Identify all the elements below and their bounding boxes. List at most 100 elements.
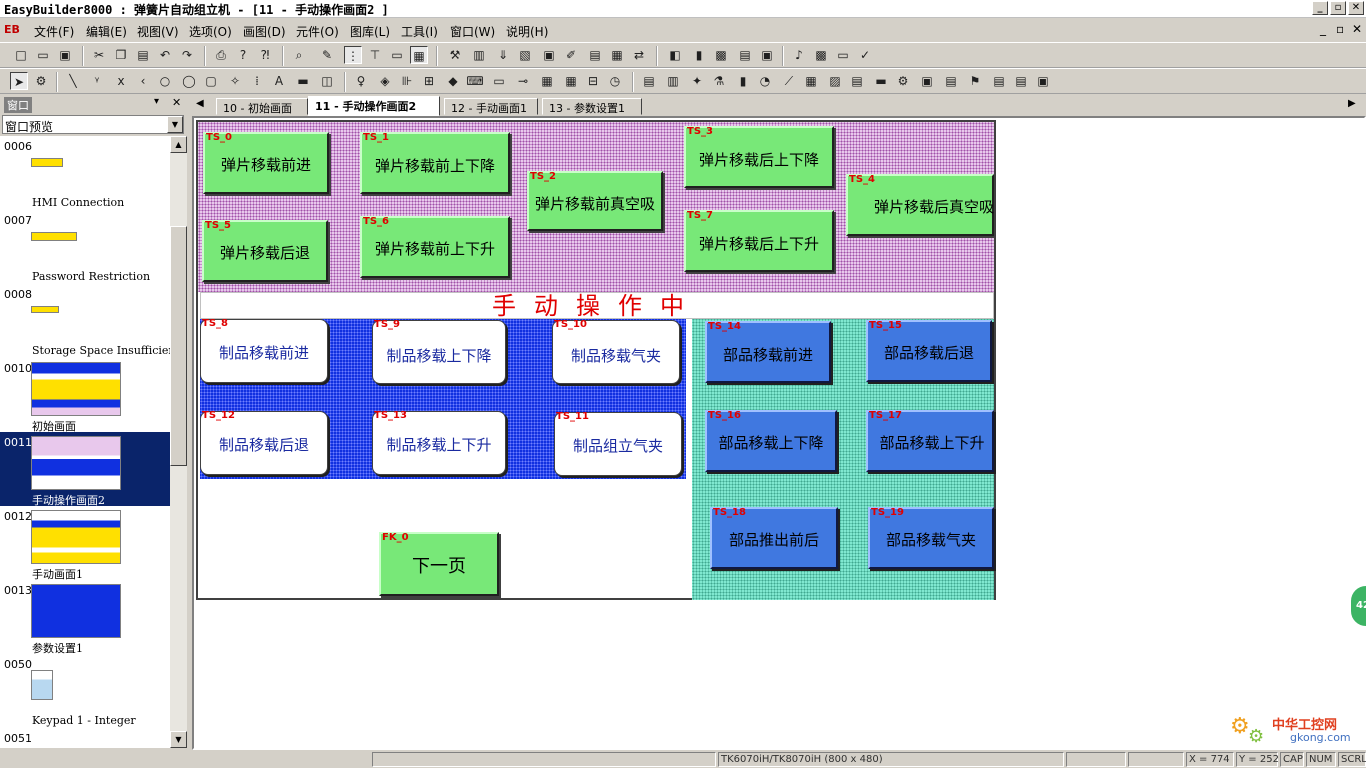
recipe-icon[interactable]: ⚙ bbox=[894, 72, 912, 90]
print-icon[interactable]: ⎙ bbox=[212, 46, 230, 64]
tab-window-12[interactable]: 12 - 手动画面1 bbox=[444, 98, 538, 115]
sound-library-icon[interactable]: ♪ bbox=[790, 46, 808, 64]
button-ts4[interactable]: TS_4 弹片移载后真空吸 bbox=[846, 174, 994, 236]
backup-icon[interactable]: ▤ bbox=[1012, 72, 1030, 90]
doc-restore-button[interactable]: ▫ bbox=[1336, 22, 1344, 36]
bar-graph-icon[interactable]: ▮ bbox=[734, 72, 752, 90]
doc-close-button[interactable]: ✕ bbox=[1352, 22, 1362, 36]
button-ts14[interactable]: TS_14 部品移载前进 bbox=[705, 321, 831, 383]
menu-help[interactable]: 说明(H) bbox=[506, 23, 548, 40]
chevron-down-icon[interactable]: ▼ bbox=[167, 116, 183, 133]
ascii-icon[interactable]: ⊟ bbox=[584, 72, 602, 90]
pie-icon[interactable]: ▤ bbox=[942, 72, 960, 90]
panel-scrollbar[interactable]: ▲ ▼ bbox=[170, 136, 187, 748]
menu-objects[interactable]: 元件(O) bbox=[296, 23, 339, 40]
online-sim-icon[interactable]: ✐ bbox=[562, 46, 580, 64]
meter-icon[interactable]: ◔ bbox=[756, 72, 774, 90]
button-ts17[interactable]: TS_17 部品移载上下升 bbox=[866, 410, 994, 472]
tab-window-10[interactable]: 10 - 初始画面 bbox=[216, 98, 308, 115]
monitor-icon[interactable]: ▥ bbox=[470, 46, 488, 64]
menu-file[interactable]: 文件(F) bbox=[34, 23, 74, 40]
transfer-icon[interactable]: ⇄ bbox=[630, 46, 648, 64]
shape-library-icon[interactable]: ▤ bbox=[736, 46, 754, 64]
button-ts5[interactable]: TS_5 弹片移载后退 bbox=[202, 220, 328, 282]
layer-icon[interactable]: ▦ bbox=[410, 46, 428, 64]
list-item-selected[interactable]: 0011 手动操作画面2 bbox=[0, 432, 170, 507]
select-arrow-icon[interactable]: ➤ bbox=[10, 72, 28, 90]
vector-library-icon[interactable]: ▣ bbox=[758, 46, 776, 64]
doc-minimize-button[interactable]: _ bbox=[1320, 22, 1326, 36]
pen-icon[interactable]: ✎ bbox=[318, 46, 336, 64]
menu-draw[interactable]: 画图(D) bbox=[243, 23, 286, 40]
grid-icon[interactable]: ⋮ bbox=[344, 46, 362, 64]
rectangle-icon[interactable]: ▢ bbox=[202, 72, 220, 90]
button-ts11[interactable]: TS_11 制品组立气夹 bbox=[554, 411, 682, 476]
scroll-up-icon[interactable]: ▲ bbox=[170, 136, 187, 153]
list-item[interactable]: 0007 Password Restriction bbox=[0, 210, 170, 284]
save-icon[interactable]: ▣ bbox=[56, 46, 74, 64]
star-icon[interactable]: ✧ bbox=[226, 72, 244, 90]
next-page-button[interactable]: FK_0 下一页 bbox=[379, 532, 499, 596]
alarm-bar-icon[interactable]: ▤ bbox=[640, 72, 658, 90]
document-icon[interactable]: ▤ bbox=[586, 46, 604, 64]
redo-icon[interactable]: ↷ bbox=[178, 46, 196, 64]
media-icon[interactable]: ▣ bbox=[1034, 72, 1052, 90]
menu-options[interactable]: 选项(O) bbox=[189, 23, 232, 40]
tab-window-13[interactable]: 13 - 参数设置1 bbox=[542, 98, 642, 115]
list-item[interactable]: 0013 参数设置1 bbox=[0, 580, 170, 655]
menu-view[interactable]: 视图(V) bbox=[137, 23, 179, 40]
polyline-icon[interactable]: ᵞ bbox=[88, 72, 106, 90]
preview-mode-select[interactable]: 窗口预览 ▼ bbox=[2, 115, 184, 134]
close-button[interactable]: ✕ bbox=[1348, 1, 1364, 15]
button-ts16[interactable]: TS_16 部品移载上下降 bbox=[705, 410, 837, 472]
menu-tools[interactable]: 工具(I) bbox=[401, 23, 438, 40]
trend-icon[interactable]: ⟋ bbox=[780, 72, 798, 90]
picture-display-icon[interactable]: ▤ bbox=[848, 72, 866, 90]
maximize-button[interactable]: ▫ bbox=[1330, 1, 1346, 15]
button-ts1[interactable]: TS_1 弹片移载前上下降 bbox=[360, 132, 510, 194]
set-word-icon[interactable]: ⊞ bbox=[420, 72, 438, 90]
button-ts19[interactable]: TS_19 部品移载气夹 bbox=[868, 507, 994, 569]
macro-icon[interactable]: ⚑ bbox=[966, 72, 984, 90]
function-key-icon[interactable]: ▭ bbox=[490, 72, 508, 90]
panel-close-icon[interactable]: ✕ bbox=[172, 96, 181, 109]
table-icon[interactable]: ▦ bbox=[608, 46, 626, 64]
ellipse-icon[interactable]: ◯ bbox=[180, 72, 198, 90]
undo-icon[interactable]: ↶ bbox=[156, 46, 174, 64]
scroll-down-icon[interactable]: ▼ bbox=[170, 731, 187, 748]
bit-lamp-icon[interactable]: ♀ bbox=[352, 72, 370, 90]
slider-icon[interactable]: ⊸ bbox=[514, 72, 532, 90]
bitmap-library-icon[interactable]: ▩ bbox=[712, 46, 730, 64]
tab-scroll-right-icon[interactable]: ▶ bbox=[1348, 98, 1356, 109]
paste-icon[interactable]: ▤ bbox=[134, 46, 152, 64]
toggle-switch-icon[interactable]: ◆ bbox=[444, 72, 462, 90]
list-item[interactable]: 0050 Keypad 1 - Integer bbox=[0, 654, 170, 728]
dash-icon[interactable]: ▬ bbox=[872, 72, 890, 90]
text-icon[interactable]: A bbox=[270, 72, 288, 90]
button-ts15[interactable]: TS_15 部品移载后退 bbox=[866, 320, 992, 382]
list-item[interactable]: 0010 初始画面 bbox=[0, 358, 170, 433]
context-help-icon[interactable]: ⁈ bbox=[256, 46, 274, 64]
bring-front-icon[interactable]: ◧ bbox=[666, 46, 684, 64]
button-ts13[interactable]: TS_13 制品移载上下升 bbox=[372, 410, 506, 475]
minimize-button[interactable]: _ bbox=[1312, 1, 1328, 15]
button-ts8[interactable]: TS_8 制品移载前进 bbox=[200, 318, 328, 383]
printer-object-icon[interactable]: ▤ bbox=[990, 72, 1008, 90]
history-icon[interactable]: ▦ bbox=[802, 72, 820, 90]
properties-icon[interactable]: ⚙ bbox=[32, 72, 50, 90]
scrollbar-thumb[interactable] bbox=[170, 226, 187, 466]
find-icon[interactable]: ⌕ bbox=[290, 46, 308, 64]
button-ts18[interactable]: TS_18 部品推出前后 bbox=[710, 507, 838, 569]
tools-icon[interactable]: ⚒ bbox=[446, 46, 464, 64]
alarm-display-icon[interactable]: ▥ bbox=[664, 72, 682, 90]
list-item[interactable]: 0012 手动画面1 bbox=[0, 506, 170, 581]
button-ts2[interactable]: TS_2 弹片移载前真空吸 bbox=[527, 171, 663, 231]
font-icon[interactable]: ▩ bbox=[812, 46, 830, 64]
help-icon[interactable]: ? bbox=[234, 46, 252, 64]
button-ts6[interactable]: TS_6 弹片移载前上下升 bbox=[360, 216, 510, 278]
offline-sim-icon[interactable]: ▣ bbox=[540, 46, 558, 64]
book-icon[interactable]: ▮ bbox=[690, 46, 708, 64]
tab-window-11[interactable]: 11 - 手动操作画面2 bbox=[308, 96, 440, 116]
numeric-display-icon[interactable]: ▦ bbox=[538, 72, 556, 90]
copy-icon[interactable]: ❐ bbox=[112, 46, 130, 64]
